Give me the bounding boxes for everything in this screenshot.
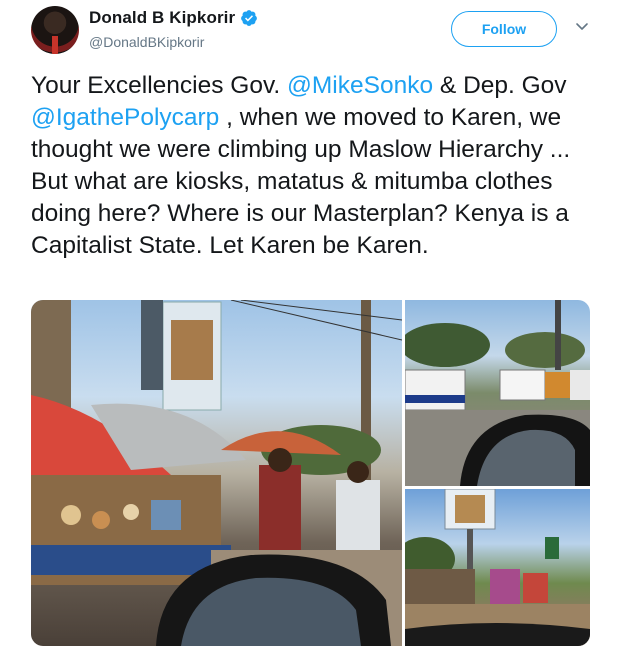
street-market-photo[interactable]: [31, 300, 402, 646]
name-row: Donald B Kipkorir: [89, 8, 258, 28]
display-name[interactable]: Donald B Kipkorir: [89, 8, 235, 28]
mention-link[interactable]: @IgathePolycarp: [31, 104, 219, 131]
vehicles-parked-photo[interactable]: [405, 300, 590, 486]
mention-link[interactable]: @MikeSonko: [287, 72, 433, 99]
tweet-header: Donald B Kipkorir @DonaldBKipkorir Follo…: [31, 6, 601, 56]
avatar[interactable]: [31, 6, 79, 54]
tweet-text: Your Excellencies Gov. @MikeSonko & Dep.…: [31, 70, 596, 262]
user-handle[interactable]: @DonaldBKipkorir: [89, 34, 204, 50]
media-grid: [31, 300, 590, 646]
verified-badge-icon: [240, 9, 258, 27]
chevron-down-icon[interactable]: [574, 18, 590, 34]
roadside-stalls-photo[interactable]: [405, 489, 590, 646]
tweet-text-part: & Dep. Gov: [433, 72, 567, 99]
tweet-card: Donald B Kipkorir @DonaldBKipkorir Follo…: [0, 0, 628, 649]
follow-button[interactable]: Follow: [451, 11, 557, 47]
tweet-text-part: Your Excellencies Gov.: [31, 72, 288, 99]
